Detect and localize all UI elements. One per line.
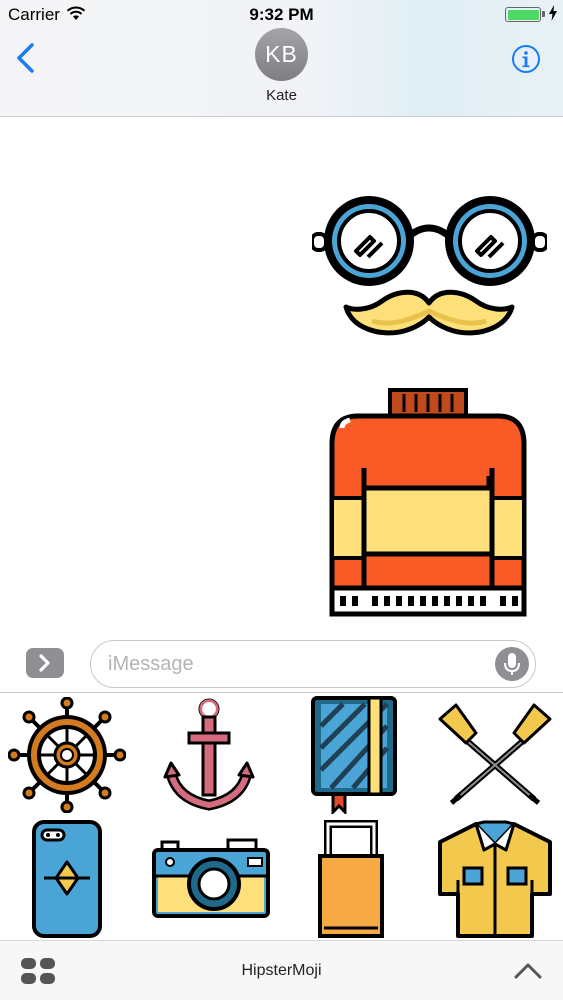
microphone-button[interactable] — [495, 647, 529, 681]
message-input[interactable]: iMessage — [90, 640, 536, 688]
back-chevron-icon[interactable] — [14, 42, 38, 74]
notebook-sticker[interactable] — [311, 696, 397, 814]
imessage-screen: Carrier 9:32 PM KB Kate iMessage Hipster… — [0, 0, 563, 1000]
glasses-mustache-sticker[interactable] — [312, 193, 547, 353]
battery-icon — [505, 7, 541, 22]
info-icon[interactable] — [511, 44, 541, 74]
status-bar: Carrier 9:32 PM — [0, 0, 563, 28]
charging-bolt-icon — [549, 5, 557, 21]
avatar-initials: KB — [265, 41, 298, 67]
tote-bag-sticker[interactable] — [316, 820, 386, 938]
crossed-oars-sticker[interactable] — [436, 703, 554, 807]
drawer-divider — [0, 692, 563, 693]
message-input-placeholder: iMessage — [108, 653, 194, 675]
battery-fill — [507, 9, 539, 20]
anchor-sticker[interactable] — [163, 697, 255, 813]
contact-name[interactable]: Kate — [0, 87, 563, 104]
sweater-sticker[interactable] — [328, 388, 528, 620]
app-drawer-toggle-button[interactable] — [26, 648, 64, 678]
phone-sticker[interactable] — [32, 820, 102, 938]
chevron-up-icon[interactable] — [512, 959, 544, 983]
microphone-icon — [504, 653, 520, 675]
chevron-right-icon — [39, 654, 50, 672]
battery-tip — [542, 11, 545, 17]
contact-avatar[interactable]: KB — [255, 28, 308, 81]
status-time: 9:32 PM — [249, 5, 314, 24]
conversation-header: Carrier 9:32 PM KB Kate — [0, 0, 563, 117]
ship-wheel-sticker[interactable] — [8, 697, 126, 813]
shirt-sticker[interactable] — [436, 820, 554, 938]
app-name-label: HipsterMoji — [241, 962, 322, 979]
app-drawer-bar: HipsterMoji — [0, 940, 563, 1000]
camera-sticker[interactable] — [152, 838, 270, 920]
